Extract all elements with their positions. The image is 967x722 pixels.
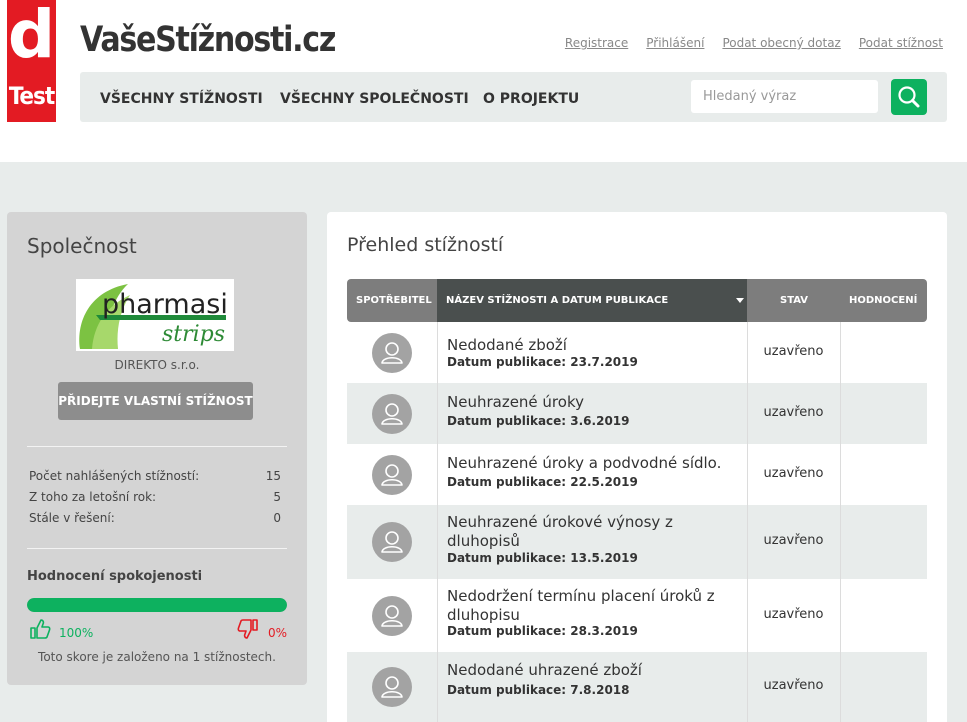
stat-value: 5 — [273, 490, 281, 504]
search-input[interactable] — [691, 80, 878, 113]
column-divider — [437, 505, 438, 579]
svg-text:strips: strips — [162, 322, 225, 347]
table-row[interactable]: Nedodané zboží Datum publikace: 23.7.2019… — [347, 322, 927, 383]
divider — [27, 446, 287, 447]
publication-date: Datum publikace: 23.7.2019 — [447, 355, 638, 369]
complaint-title-link[interactable]: Neuhrazené úrokové výnosy z dluhopisů — [447, 513, 742, 551]
nav-all-complaints[interactable]: VŠECHNY STÍŽNOSTI — [100, 72, 263, 122]
column-divider — [840, 505, 841, 579]
column-state[interactable]: STAV — [780, 279, 808, 322]
column-rating[interactable]: HODNOCENÍ — [849, 279, 917, 322]
column-consumer[interactable]: SPOTŘEBITEL — [356, 279, 432, 322]
satisfaction-bar-fill — [27, 598, 287, 612]
satisfaction-title: Hodnocení spokojenosti — [27, 569, 203, 584]
score-note: Toto skore je založeno na 1 stížnostech. — [38, 650, 276, 664]
submit-complaint-link[interactable]: Podat stížnost — [859, 36, 943, 50]
stat-unresolved: Stále v řešení: 0 — [29, 511, 281, 525]
table-row[interactable]: Neuhrazené úroky a podvodné sídlo. Datum … — [347, 444, 927, 505]
search-button[interactable] — [891, 79, 927, 115]
nav-all-companies[interactable]: VŠECHNY SPOLEČNOSTI — [280, 72, 469, 122]
stat-total: Počet nahlášených stížností: 15 — [29, 469, 281, 483]
svg-text:pharmasi: pharmasi — [102, 289, 228, 320]
column-divider — [437, 322, 438, 383]
dtest-logo[interactable]: d Test — [7, 0, 56, 122]
stat-label: Počet nahlášených stížností: — [29, 469, 200, 483]
complaint-title-link[interactable]: Nedodané uhrazené zboží — [447, 661, 742, 680]
column-divider — [840, 444, 841, 505]
login-link[interactable]: Přihlášení — [646, 36, 704, 50]
user-avatar-icon — [372, 596, 412, 636]
user-avatar-icon — [372, 667, 412, 707]
divider — [27, 548, 287, 549]
publication-date: Datum publikace: 7.8.2018 — [447, 683, 630, 697]
column-divider — [437, 652, 438, 722]
complaint-title-link[interactable]: Neuhrazené úroky a podvodné sídlo. — [447, 454, 742, 473]
table-row[interactable]: Neuhrazené úroky Datum publikace: 3.6.201… — [347, 383, 927, 444]
thumbs-up-icon — [30, 619, 51, 639]
negative-percent: 0% — [268, 626, 288, 640]
user-avatar-icon — [372, 522, 412, 562]
pharmasi-strips-logo: pharmasi strips — [79, 284, 228, 349]
user-avatar-icon — [372, 455, 412, 495]
stat-this-year: Z toho za letošní rok: 5 — [29, 490, 281, 504]
stat-label: Z toho za letošní rok: — [29, 490, 157, 504]
publication-date: Datum publikace: 22.5.2019 — [447, 475, 638, 489]
main-navbar: VŠECHNY STÍŽNOSTI VŠECHNY SPOLEČNOSTI O … — [80, 72, 947, 122]
column-divider — [840, 383, 841, 444]
publication-date: Datum publikace: 3.6.2019 — [447, 414, 630, 428]
sort-caret-icon — [736, 298, 744, 303]
column-divider — [437, 579, 438, 652]
table-row[interactable]: Nedodržení termínu placení úroků z dluho… — [347, 579, 927, 652]
stat-value: 15 — [265, 469, 281, 483]
complaint-title-link[interactable]: Nedodržení termínu placení úroků z dluho… — [447, 587, 742, 625]
nav-about-project[interactable]: O PROJEKTU — [483, 72, 579, 122]
complaint-state: uzavřeno — [763, 466, 824, 481]
company-name: DIREKTO s.r.o. — [114, 358, 200, 372]
publication-date: Datum publikace: 13.5.2019 — [447, 551, 638, 565]
complaint-state: uzavřeno — [763, 405, 824, 420]
logo-letter: d — [7, 0, 56, 73]
top-links: Registrace Přihlášení Podat obecný dotaz… — [565, 36, 943, 50]
panel-title: Přehled stížností — [347, 234, 504, 256]
table-header: SPOTŘEBITEL NÁZEV STÍŽNOSTI A DATUM PUBL… — [347, 279, 927, 322]
column-divider — [840, 652, 841, 722]
complaint-state: uzavřeno — [763, 607, 824, 622]
complaints-panel: Přehled stížností SPOTŘEBITEL NÁZEV STÍŽ… — [327, 212, 947, 722]
complaint-state: uzavřeno — [763, 344, 824, 359]
user-avatar-icon — [372, 333, 412, 373]
complaint-title-link[interactable]: Nedodané zboží — [447, 336, 742, 355]
sidebar-title: Společnost — [27, 234, 137, 258]
column-divider — [840, 322, 841, 383]
column-title-date-label: NÁZEV STÍŽNOSTI A DATUM PUBLIKACE — [446, 295, 669, 306]
site-name[interactable]: VašeStížnosti.cz — [80, 20, 336, 60]
logo-word: Test — [8, 82, 55, 110]
search-icon — [898, 86, 920, 108]
general-query-link[interactable]: Podat obecný dotaz — [722, 36, 840, 50]
complaint-state: uzavřeno — [763, 533, 824, 548]
column-divider — [437, 383, 438, 444]
complaint-state: uzavřeno — [763, 678, 824, 693]
column-title-date[interactable]: NÁZEV STÍŽNOSTI A DATUM PUBLIKACE — [437, 279, 747, 322]
complaint-title-link[interactable]: Neuhrazené úroky — [447, 393, 742, 412]
stat-label: Stále v řešení: — [29, 511, 115, 525]
register-link[interactable]: Registrace — [565, 36, 628, 50]
satisfaction-bar — [27, 598, 287, 612]
column-divider — [840, 579, 841, 652]
positive-percent: 100% — [59, 626, 94, 640]
company-logo: pharmasi strips — [76, 279, 234, 351]
table-row[interactable]: Nedodané uhrazené zboží Datum publikace: … — [347, 652, 927, 722]
add-own-complaint-button[interactable]: PŘIDEJTE VLASTNÍ STÍŽNOST — [58, 382, 253, 420]
publication-date: Datum publikace: 28.3.2019 — [447, 624, 638, 638]
thumbs-down-icon — [237, 619, 258, 639]
company-sidebar: Společnost pharmasi strips DIREKTO s.r.o… — [7, 212, 307, 685]
user-avatar-icon — [372, 394, 412, 434]
stat-value: 0 — [273, 511, 281, 525]
column-divider — [437, 444, 438, 505]
table-row[interactable]: Neuhrazené úrokové výnosy z dluhopisů Dat… — [347, 505, 927, 579]
